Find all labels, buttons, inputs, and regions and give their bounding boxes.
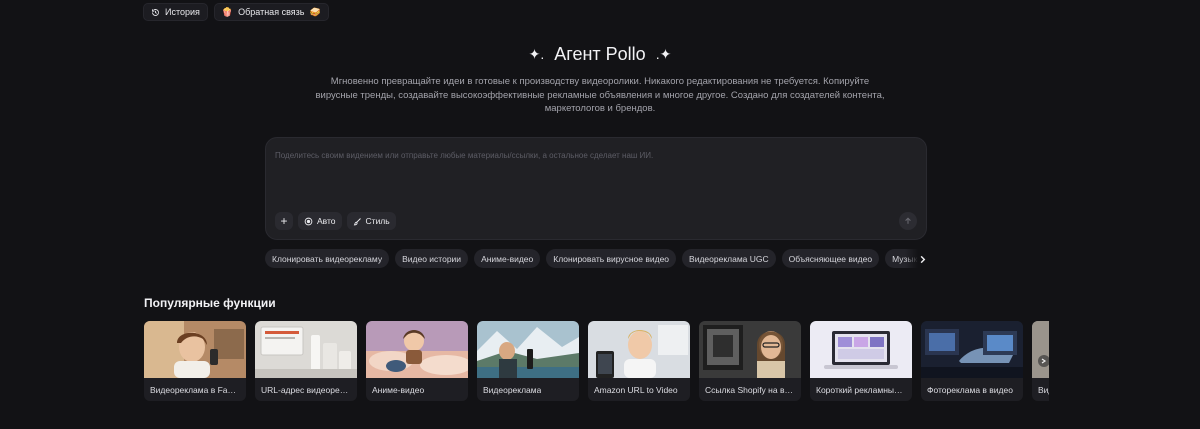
feature-card-label: Видеореклама — [483, 384, 542, 395]
composer-tools: + Авто Стиль — [275, 212, 396, 230]
style-button[interactable]: Стиль — [346, 212, 396, 230]
suggestion-chip[interactable]: Видео истории — [395, 249, 469, 268]
feature-card-label-row: Amazon URL to Video — [588, 378, 690, 401]
suggestion-chip[interactable]: Аниме-видео — [474, 249, 541, 268]
feature-card-label-row: Видеореклама — [477, 378, 579, 401]
sparkle-left-icon: ✦. — [528, 46, 545, 62]
feature-card[interactable]: Вид — [1032, 321, 1049, 401]
auto-mode-label: Авто — [317, 216, 336, 226]
prompt-input[interactable] — [275, 147, 915, 163]
top-bar: История 🍿 Обратная связь 🥪 — [143, 3, 329, 21]
feature-card-label-row: Фотореклама в видео — [921, 378, 1023, 401]
feature-card-label: Аниме-видео — [372, 384, 425, 395]
feature-card-label: URL-адрес видеорекламы — [261, 384, 351, 395]
feature-card-label-row: Аниме-видео — [366, 378, 468, 401]
feature-card-label-row: URL-адрес видеорекламы — [255, 378, 357, 401]
feature-card-label: Видеореклама в Facebook — [150, 384, 240, 395]
feature-card-thumbnail — [588, 321, 690, 378]
feature-card-label: Amazon URL to Video — [594, 384, 678, 395]
feature-card[interactable]: Видеореклама — [477, 321, 579, 401]
feature-card-thumbnail — [810, 321, 912, 378]
hero-title-row: ✦. Агент Pollo .✦ — [0, 44, 1200, 65]
suggestion-chips: Клонировать видеорекламу Видео истории Ани… — [265, 249, 927, 269]
sparkle-right-icon: .✦ — [655, 46, 672, 62]
popcorn-icon: 🍿 — [221, 6, 234, 17]
suggestion-chip[interactable]: Клонировать видеорекламу — [265, 249, 390, 268]
feature-card-thumbnail — [144, 321, 246, 378]
feature-card[interactable]: Amazon URL to Video — [588, 321, 690, 401]
feature-card[interactable]: Ссылка Shopify на видео — [699, 321, 801, 401]
feature-card[interactable]: Фотореклама в видео — [921, 321, 1023, 401]
popular-features-title: Популярные функции — [144, 296, 276, 310]
history-button[interactable]: История — [143, 3, 208, 21]
suggestion-chip[interactable]: Видеореклама UGC — [682, 249, 776, 268]
feedback-label: Обратная связь — [238, 7, 305, 17]
chips-next-button[interactable] — [905, 249, 927, 269]
suggestion-chip[interactable]: Клонировать вирусное видео — [546, 249, 677, 268]
feature-card-thumbnail — [477, 321, 579, 378]
feature-card-thumbnail — [255, 321, 357, 378]
history-label: История — [165, 7, 200, 17]
feature-card[interactable]: URL-адрес видеорекламы — [255, 321, 357, 401]
suggestion-chip[interactable]: Объясняющее видео — [781, 249, 880, 268]
feedback-button[interactable]: 🍿 Обратная связь 🥪 — [213, 3, 329, 21]
feature-card-label-row: Вид — [1032, 378, 1049, 401]
feature-card[interactable]: Короткий рекламный ролик — [810, 321, 912, 401]
brush-icon — [353, 217, 361, 225]
arrow-up-icon — [905, 217, 911, 224]
feature-card-label: Вид — [1038, 384, 1049, 395]
chevron-right-icon — [920, 255, 926, 263]
feature-card-label-row: Видеореклама в Facebook — [144, 378, 246, 401]
feature-card[interactable]: Аниме-видео — [366, 321, 468, 401]
feature-card-thumbnail — [366, 321, 468, 378]
feature-card-label: Фотореклама в видео — [927, 384, 1013, 395]
auto-icon — [304, 217, 313, 225]
feature-card-label: Ссылка Shopify на видео — [705, 384, 795, 395]
feature-card-thumbnail — [699, 321, 801, 378]
prompt-composer: + Авто Стиль — [265, 137, 927, 240]
page-title: Агент Pollo — [554, 44, 646, 64]
sandwich-icon: 🥪 — [309, 6, 321, 17]
feature-card-label-row: Ссылка Shopify на видео — [699, 378, 801, 401]
auto-mode-button[interactable]: Авто — [298, 212, 342, 230]
feature-cards: Видеореклама в Facebook URL-адрес видеоре… — [144, 321, 1049, 401]
feature-card-label-row: Короткий рекламный ролик — [810, 378, 912, 401]
feature-card-thumbnail — [921, 321, 1023, 378]
add-attachment-button[interactable]: + — [275, 212, 293, 230]
history-icon — [152, 8, 159, 16]
feature-card-thumbnail — [1032, 321, 1049, 378]
hero-subtitle: Мгновенно превращайте идеи в готовые к п… — [315, 76, 885, 114]
style-label: Стиль — [365, 216, 390, 226]
feature-card-label: Короткий рекламный ролик — [816, 384, 906, 395]
send-button[interactable] — [899, 212, 917, 230]
feature-card[interactable]: Видеореклама в Facebook — [144, 321, 246, 401]
